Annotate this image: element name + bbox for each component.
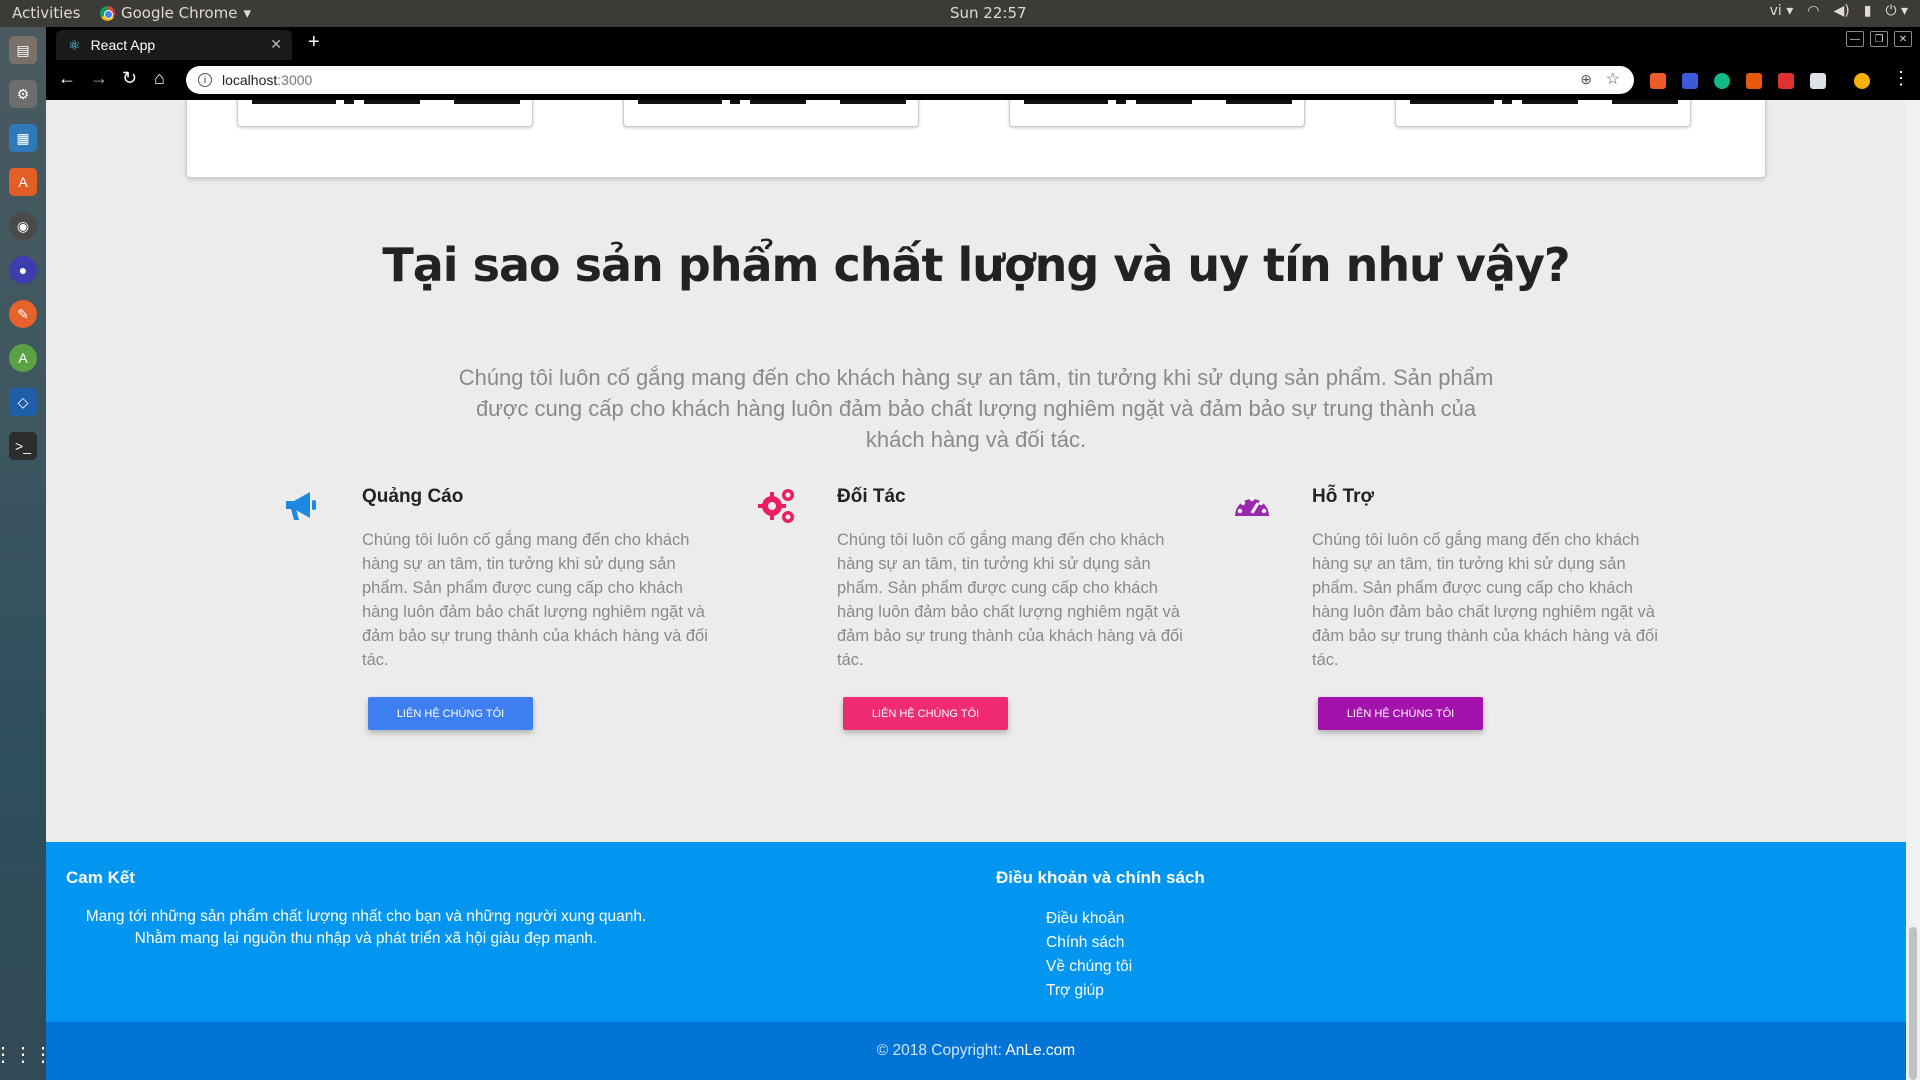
copyright-brand-link[interactable]: AnLe.com	[1005, 1042, 1075, 1059]
tab-react-app[interactable]: ⚛ React App ✕	[56, 30, 292, 60]
battery-icon[interactable]: ▮	[1864, 3, 1872, 19]
policy-links: Điều khoản Chính sách Về chúng tôi Trợ g…	[1046, 907, 1132, 1003]
chrome-launcher-icon[interactable]: ◉	[9, 212, 37, 240]
product-card[interactable]	[1009, 100, 1305, 127]
window-controls: — ❐ ✕	[1846, 31, 1912, 47]
app-menu-label: Google Chrome	[121, 4, 238, 22]
address-bar[interactable]: i localhost:3000 ⊕ ☆	[186, 66, 1634, 94]
feature-title: Đối Tác	[837, 486, 906, 507]
zoom-icon[interactable]: ⊕	[1580, 71, 1592, 88]
launcher: ▤ ⚙ ▦ A ◉ ● ✎ A ◇ >_ ⋮⋮⋮	[0, 27, 53, 1080]
language-indicator[interactable]: vi ▾	[1770, 3, 1794, 19]
close-window-icon[interactable]: ✕	[1894, 31, 1912, 47]
dashboard-icon	[1235, 496, 1269, 516]
feature-partners: Đối Tác Chúng tôi luôn cố gắng mang đến …	[757, 486, 1227, 746]
eclipse-icon[interactable]: ●	[9, 256, 37, 284]
feature-advertising: Quảng Cáo Chúng tôi luôn cố gắng mang đế…	[282, 486, 752, 746]
feature-description: Chúng tôi luôn cố gắng mang đến cho khác…	[1312, 531, 1658, 669]
android-studio-icon[interactable]: A	[9, 344, 37, 372]
react-icon: ⚛	[68, 36, 81, 53]
extension-icon[interactable]	[1778, 73, 1794, 89]
url-port: :3000	[277, 72, 313, 88]
footer-link-help[interactable]: Trợ giúp	[1046, 979, 1132, 1003]
copyright-text: © 2018 Copyright:	[876, 1042, 1006, 1059]
chrome-icon	[100, 5, 115, 21]
commitment-title: Cam Kết	[66, 868, 135, 887]
chrome-menu-icon[interactable]: ⋮	[1892, 68, 1910, 89]
footer-link-policy[interactable]: Chính sách	[1046, 931, 1132, 955]
back-icon[interactable]: ←	[58, 68, 76, 89]
feature-support: Hỗ Trợ Chúng tôi luôn cố gắng mang đến c…	[1232, 486, 1702, 746]
page-scrollbar[interactable]	[1906, 100, 1920, 1080]
extension-icon[interactable]	[1714, 73, 1730, 89]
clock[interactable]: Sun 22:57	[950, 4, 1027, 22]
browser-window: ⚛ React App ✕ + — ❐ ✕ ← → ↻ ⌂ i localhos…	[46, 27, 1920, 1080]
profile-avatar[interactable]	[1854, 73, 1870, 89]
commitment-text: Mang tới những sản phẩm chất lượng nhất …	[85, 908, 647, 947]
contact-us-button[interactable]: LIÊN HỆ CHÚNG TÔI	[843, 697, 1008, 730]
system-tray: vi ▾ ◠ ◀) ▮ ⏻ ▾	[1770, 3, 1908, 19]
bookmark-star-icon[interactable]: ☆	[1606, 69, 1620, 89]
browser-toolbar: ← → ↻ ⌂ i localhost:3000 ⊕ ☆ ⋮	[46, 60, 1920, 100]
contact-us-button[interactable]: LIÊN HỆ CHÚNG TÔI	[368, 697, 533, 730]
metamask-extension-icon[interactable]	[1746, 73, 1762, 89]
product-card[interactable]	[237, 100, 533, 127]
section-description: Chúng tôi luôn cố gắng mang đến cho khác…	[458, 365, 1494, 452]
volume-icon[interactable]: ◀)	[1833, 3, 1849, 19]
app-menu[interactable]: Google Chrome ▾	[100, 4, 251, 22]
extension-icon[interactable]	[1810, 73, 1826, 89]
forward-icon[interactable]: →	[90, 68, 108, 89]
tab-title: React App	[90, 37, 156, 53]
wifi-icon[interactable]: ◠	[1807, 3, 1819, 19]
megaphone-icon	[286, 492, 316, 520]
extension-icon[interactable]	[1650, 73, 1666, 89]
restore-icon[interactable]: ❐	[1870, 31, 1888, 47]
footer: Cam Kết Mang tới những sản phẩm chất lượ…	[46, 842, 1906, 1022]
close-tab-icon[interactable]: ✕	[270, 36, 282, 53]
product-card[interactable]	[1395, 100, 1691, 127]
scrollbar-thumb[interactable]	[1909, 927, 1917, 1080]
info-icon[interactable]: i	[198, 73, 212, 87]
gears-icon	[758, 489, 794, 523]
new-tab-button[interactable]: +	[308, 31, 320, 54]
section-title: Tại sao sản phẩm chất lượng và uy tín nh…	[382, 238, 1570, 292]
writer-icon[interactable]: ▦	[9, 124, 37, 152]
feature-title: Hỗ Trợ	[1312, 486, 1375, 507]
files-icon[interactable]: ▤	[9, 36, 37, 64]
url-host: localhost	[222, 72, 278, 88]
footer-link-terms[interactable]: Điều khoản	[1046, 907, 1132, 931]
product-card[interactable]	[623, 100, 919, 127]
contact-us-button[interactable]: LIÊN HỆ CHÚNG TÔI	[1318, 697, 1483, 730]
os-top-bar: Activities Google Chrome ▾ Sun 22:57 vi …	[0, 0, 1920, 27]
software-center-icon[interactable]: A	[9, 168, 37, 196]
chevron-down-icon: ▾	[243, 4, 252, 22]
copyright-bar: © 2018 Copyright: AnLe.com	[46, 1022, 1906, 1080]
postman-icon[interactable]: ✎	[9, 300, 37, 328]
feature-description: Chúng tôi luôn cố gắng mang đến cho khác…	[362, 531, 708, 669]
app-grid-icon[interactable]: ⋮⋮⋮	[0, 1040, 53, 1068]
vscode-icon[interactable]: ◇	[9, 388, 37, 416]
tab-strip: ⚛ React App ✕ + — ❐ ✕	[46, 27, 1920, 60]
feature-description: Chúng tôi luôn cố gắng mang đến cho khác…	[837, 531, 1183, 669]
page-viewport: Tại sao sản phẩm chất lượng và uy tín nh…	[46, 100, 1920, 1080]
settings-tool-icon[interactable]: ⚙	[9, 80, 37, 108]
policy-title: Điều khoản và chính sách	[996, 868, 1205, 887]
home-icon[interactable]: ⌂	[154, 68, 165, 89]
footer-link-about[interactable]: Về chúng tôi	[1046, 955, 1132, 979]
power-menu-icon[interactable]: ⏻ ▾	[1885, 3, 1908, 19]
minimize-icon[interactable]: —	[1846, 31, 1864, 47]
feature-title: Quảng Cáo	[362, 486, 464, 507]
reload-icon[interactable]: ↻	[122, 68, 137, 89]
translate-extension-icon[interactable]	[1682, 73, 1698, 89]
products-container	[186, 100, 1766, 178]
activities-button[interactable]: Activities	[12, 4, 80, 22]
terminal-icon[interactable]: >_	[9, 432, 37, 460]
